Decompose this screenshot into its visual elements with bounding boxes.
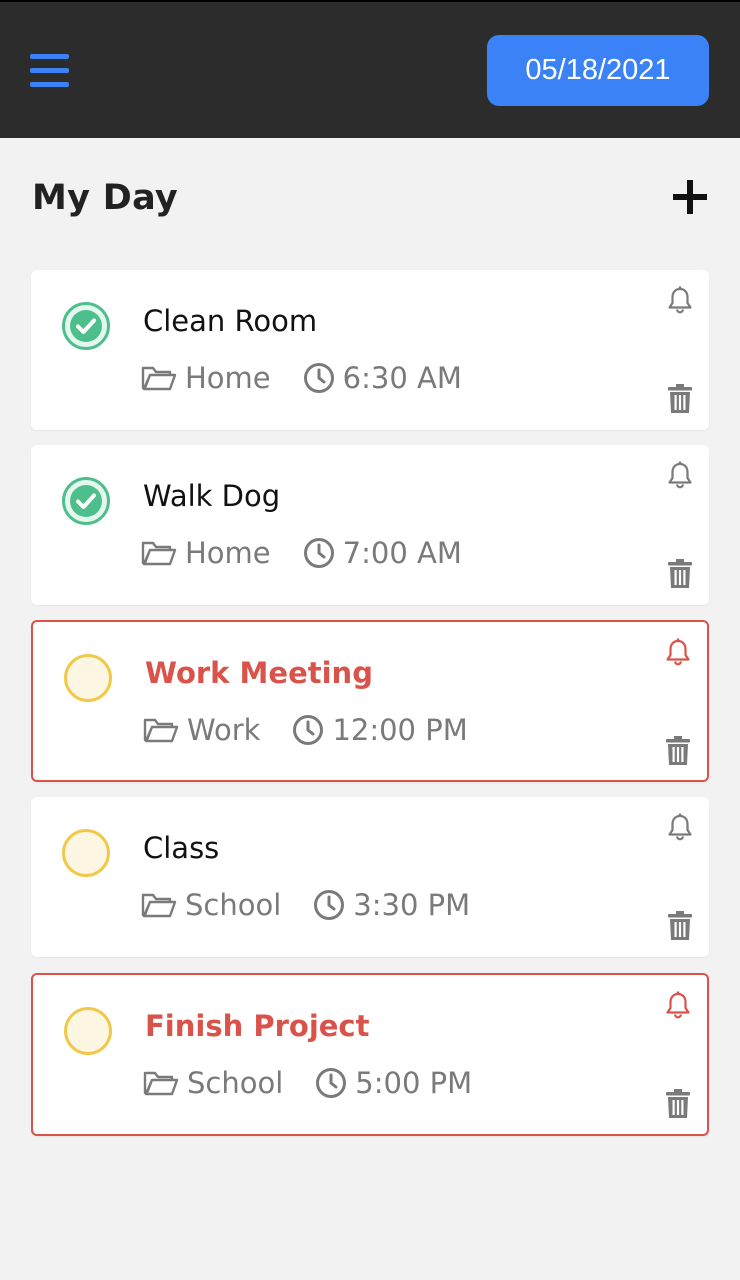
folder-icon <box>143 716 179 744</box>
task-category: Home <box>185 361 271 395</box>
plus-icon <box>673 180 707 214</box>
reminder-bell-icon[interactable] <box>667 461 693 489</box>
task-title: Clean Room <box>143 304 318 338</box>
task-title: Walk Dog <box>143 479 281 513</box>
folder-icon <box>141 364 177 392</box>
task-category: School <box>187 1066 284 1100</box>
task-card[interactable]: Walk Dog Home 7:00 AM <box>31 445 709 605</box>
task-category: Home <box>185 536 271 570</box>
task-meta: Work 12:00 PM <box>143 712 468 748</box>
task-title: Finish Project <box>145 1009 370 1043</box>
task-meta: Home 7:00 AM <box>141 535 462 571</box>
completed-check-icon[interactable] <box>61 476 111 526</box>
task-card[interactable]: Work Meeting Work 12:00 PM <box>31 620 709 782</box>
clock-icon <box>303 362 335 394</box>
delete-trash-icon[interactable] <box>666 1089 690 1119</box>
clock-icon <box>313 889 345 921</box>
folder-icon <box>143 1069 179 1097</box>
clock-icon <box>303 537 335 569</box>
task-time: 7:00 AM <box>342 536 462 570</box>
folder-icon <box>141 891 177 919</box>
delete-trash-icon[interactable] <box>668 384 692 414</box>
task-meta: School 3:30 PM <box>141 887 470 923</box>
task-category: Work <box>187 713 261 747</box>
pending-circle-icon[interactable] <box>61 828 111 878</box>
task-time: 12:00 PM <box>332 713 468 747</box>
task-title: Work Meeting <box>145 656 373 690</box>
reminder-bell-icon[interactable] <box>665 638 691 666</box>
pending-circle-icon[interactable] <box>63 1006 113 1056</box>
task-category: School <box>185 888 282 922</box>
task-meta: School 5:00 PM <box>143 1065 472 1101</box>
delete-trash-icon[interactable] <box>668 911 692 941</box>
task-time: 3:30 PM <box>353 888 471 922</box>
task-title: Class <box>143 831 220 865</box>
delete-trash-icon[interactable] <box>668 559 692 589</box>
date-picker-button[interactable]: 05/18/2021 <box>487 35 709 106</box>
task-card[interactable]: Class School 3:30 PM <box>31 797 709 957</box>
pending-circle-icon[interactable] <box>63 653 113 703</box>
delete-trash-icon[interactable] <box>666 736 690 766</box>
hamburger-menu-icon[interactable] <box>30 52 69 88</box>
reminder-bell-icon[interactable] <box>665 991 691 1019</box>
clock-icon <box>315 1067 347 1099</box>
reminder-bell-icon[interactable] <box>667 286 693 314</box>
clock-icon <box>292 714 324 746</box>
completed-check-icon[interactable] <box>61 301 111 351</box>
folder-icon <box>141 539 177 567</box>
task-time: 5:00 PM <box>355 1066 473 1100</box>
reminder-bell-icon[interactable] <box>667 813 693 841</box>
task-card[interactable]: Finish Project School 5:00 PM <box>31 973 709 1136</box>
top-bar: 05/18/2021 <box>0 0 740 138</box>
add-task-button[interactable] <box>672 179 708 215</box>
task-meta: Home 6:30 AM <box>141 360 462 396</box>
task-card[interactable]: Clean Room Home 6:30 AM <box>31 270 709 430</box>
page-title: My Day <box>32 178 179 218</box>
task-time: 6:30 AM <box>342 361 462 395</box>
